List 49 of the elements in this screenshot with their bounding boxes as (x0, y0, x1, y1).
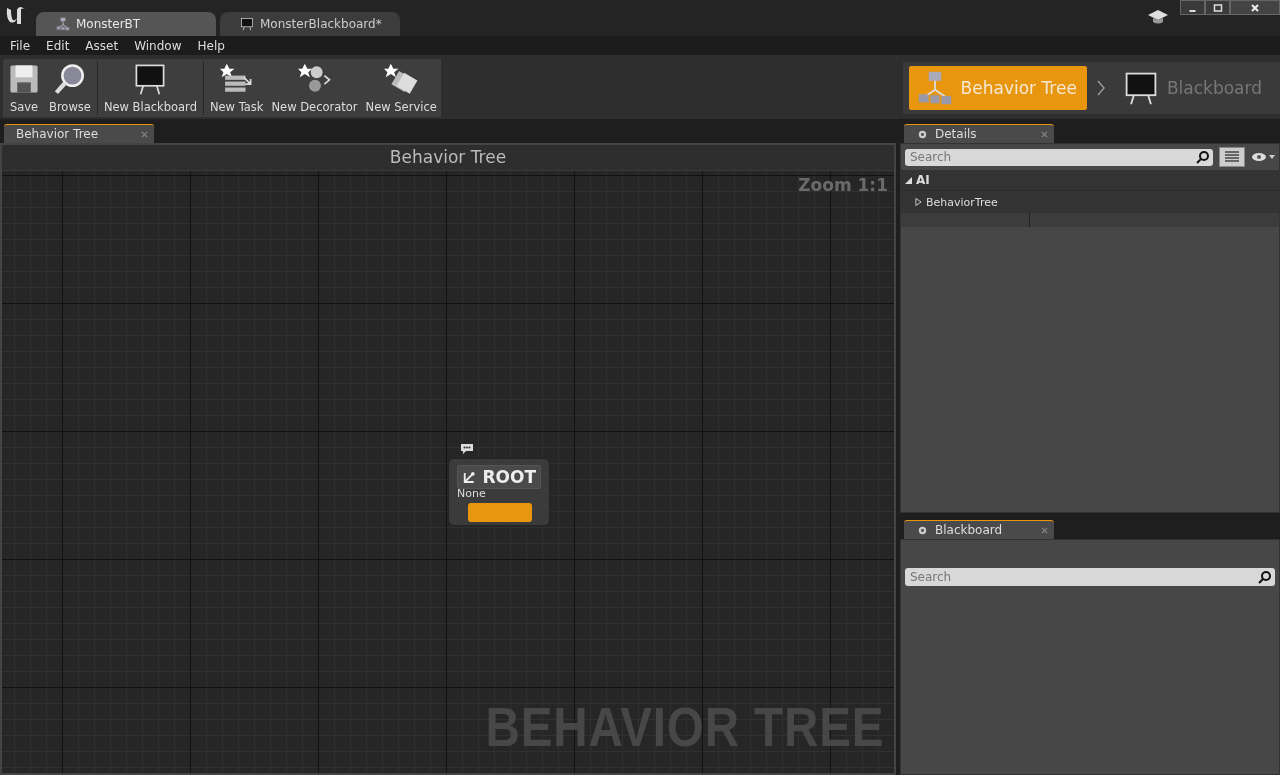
graph-title: Behavior Tree (2, 145, 894, 171)
toolbar-button[interactable]: New Decorator (267, 59, 362, 117)
node-subtitle: None (457, 487, 487, 500)
search-field[interactable]: Search (905, 148, 1213, 166)
node-title: ROOT (482, 467, 536, 487)
document-tab[interactable]: MonsterBlackboard* (220, 12, 400, 36)
graduation-cap-icon[interactable] (1148, 9, 1168, 25)
toolbar-button[interactable]: Save (3, 59, 45, 117)
panel-tab[interactable]: Behavior Tree (4, 124, 154, 143)
maximize-button[interactable] (1205, 0, 1230, 15)
toolbar-button[interactable]: New Task (205, 59, 268, 117)
menu-item[interactable]: Window (126, 36, 190, 55)
search-icon (1258, 570, 1272, 584)
comment-bubble-icon[interactable] (460, 443, 474, 455)
minimize-button[interactable] (1180, 0, 1205, 15)
easel-board-icon (240, 17, 254, 31)
close-button[interactable] (1230, 0, 1280, 15)
menu-item[interactable]: Edit (38, 36, 78, 55)
toolbar-button[interactable]: Browse (45, 59, 95, 117)
panel-tab[interactable]: Blackboard (904, 520, 1054, 539)
menu-item[interactable]: Asset (77, 36, 127, 55)
list-icon (1224, 150, 1240, 164)
tree-diagram-icon (916, 70, 953, 106)
menu-item[interactable]: Help (189, 36, 233, 55)
eye-icon[interactable] (1251, 151, 1275, 163)
search-icon (1196, 150, 1210, 164)
panel-tab[interactable]: Details (904, 124, 1054, 143)
category-row[interactable]: AI (901, 170, 1279, 190)
property-row[interactable]: BehaviorTree (901, 190, 1279, 213)
search-field[interactable]: Search (905, 568, 1275, 586)
document-tab[interactable]: MonsterBT (36, 12, 216, 36)
search-input[interactable]: Search (908, 570, 1258, 584)
minimize-icon (1189, 9, 1196, 12)
diamond-cards-icon (384, 62, 419, 96)
collapsed-arrow-icon[interactable] (915, 198, 922, 206)
chevron-icon (1096, 80, 1105, 96)
toolbar-button[interactable]: New Service (361, 59, 441, 117)
list-view-button[interactable] (1219, 147, 1245, 167)
magnifier-icon (52, 62, 87, 96)
branch-icon (462, 469, 477, 485)
maximize-icon (1212, 2, 1223, 13)
search-input[interactable]: Search (908, 150, 1196, 164)
zoom-label: Zoom 1:1 (798, 175, 888, 195)
menu-item[interactable]: File (2, 36, 39, 55)
expanded-arrow-icon[interactable] (905, 176, 912, 184)
root-node[interactable]: ROOT None (448, 458, 550, 526)
toolbar-button[interactable]: New Blackboard (99, 59, 201, 117)
close-icon (1250, 2, 1260, 13)
tree-diagram-icon (56, 17, 70, 31)
